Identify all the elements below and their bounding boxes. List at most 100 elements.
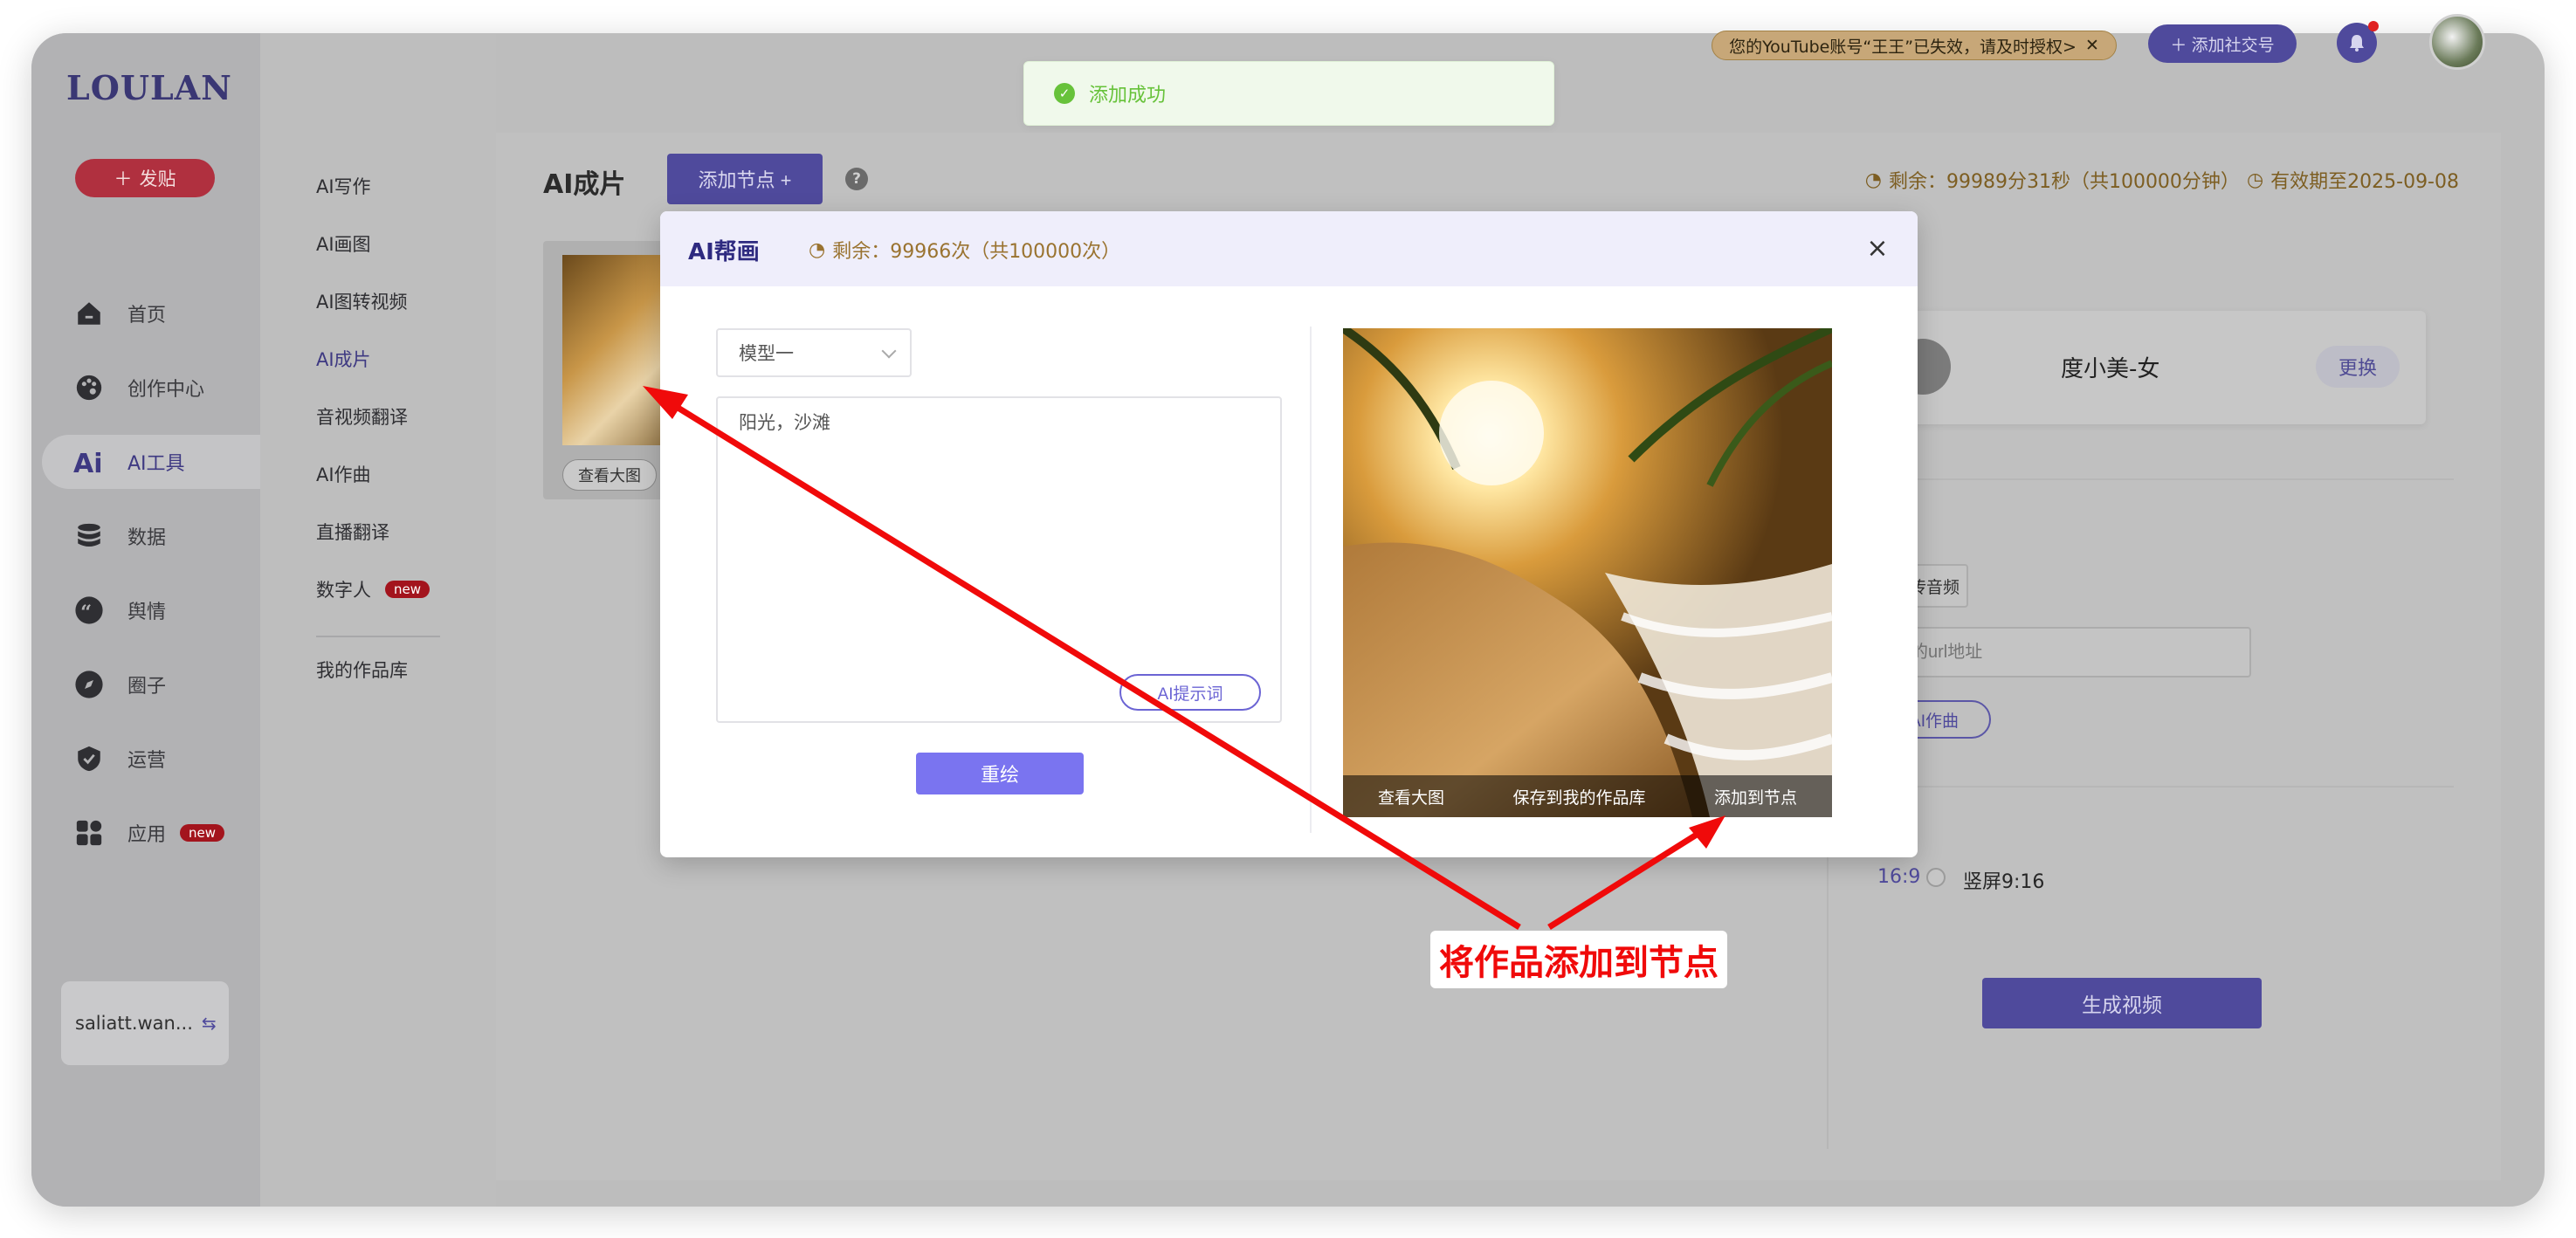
pie-icon: ◔ <box>1864 169 1882 191</box>
account-name: saliatt.wan... <box>75 1013 193 1034</box>
nav-item-label: 舆情 <box>127 602 167 623</box>
nav-item-label: 应用 <box>127 824 167 846</box>
generated-image[interactable]: 查看大图 保存到我的作品库 添加到节点 <box>1343 328 1832 817</box>
nav-item-label: 运营 <box>127 750 167 772</box>
subnav-divider <box>316 636 440 637</box>
subnav-item-image-to-video[interactable]: AI图转视频 <box>316 288 408 314</box>
apps-icon <box>73 817 105 849</box>
database-icon <box>73 520 105 552</box>
voice-card: 度小美-女 更换 <box>1886 311 2426 424</box>
add-social-label: 添加社交号 <box>2191 36 2275 55</box>
help-icon[interactable]: ? <box>845 168 868 190</box>
subnav-item-ai-compose[interactable]: AI作曲 <box>316 461 371 487</box>
auth-warning-banner[interactable]: 您的YouTube账号“王王”已失效，请及时授权> ✕ <box>1712 31 2117 60</box>
toast-text: 添加成功 <box>1089 85 1167 107</box>
generate-video-button[interactable]: 生成视频 <box>1982 978 2262 1028</box>
ai-icon: Ai <box>73 446 105 478</box>
quota-status: ◔ 剩余：99989分31秒（共100000分钟） ◷ 有效期至2025-09-… <box>1865 166 2459 194</box>
pie-icon: ◔ <box>809 238 826 261</box>
add-to-node-button[interactable]: 添加到节点 <box>1714 785 1797 808</box>
plus-icon: ＋ <box>114 169 133 189</box>
remaining-time: 剩余：99989分31秒（共100000分钟） <box>1888 171 2240 193</box>
warning-text: 您的YouTube账号“王王”已失效，请及时授权> <box>1729 37 2077 57</box>
expire-date: 有效期至2025-09-08 <box>2270 171 2459 193</box>
success-toast: ✓ 添加成功 <box>1023 61 1554 126</box>
nav-item-creation-center[interactable]: 创作中心 <box>42 361 260 415</box>
nav-item-label: AI工具 <box>127 453 185 475</box>
palette-icon <box>73 372 105 403</box>
chevron-down-icon <box>881 343 897 359</box>
ai-prompt-button[interactable]: AI提示词 <box>1119 674 1261 711</box>
audio-url-input[interactable] <box>1877 627 2251 677</box>
subnav-item-ai-writing[interactable]: AI写作 <box>316 173 371 199</box>
image-action-bar: 查看大图 保存到我的作品库 添加到节点 <box>1343 775 1832 817</box>
beach-sunlight-image <box>1343 328 1832 817</box>
nav-item-circle[interactable]: 圈子 <box>42 657 260 712</box>
dialog-divider <box>1310 327 1312 833</box>
swap-icon[interactable]: ⇆ <box>202 1013 217 1034</box>
ratio-portrait-radio[interactable] <box>1926 868 1946 887</box>
dialog-title: AI帮画 <box>688 239 760 265</box>
subnav-item-my-works[interactable]: 我的作品库 <box>316 657 408 683</box>
check-icon: ✓ <box>1054 83 1075 104</box>
change-voice-button[interactable]: 更换 <box>2316 346 2400 388</box>
subnav-item-ai-film[interactable]: AI成片 <box>316 346 371 372</box>
compass-icon <box>73 669 105 700</box>
voice-name: 度小美-女 <box>2061 356 2160 382</box>
section-divider <box>1877 478 2454 480</box>
subnav-item-ai-drawing[interactable]: AI画图 <box>316 230 371 257</box>
subnav-item-label: 数字人 <box>316 580 371 601</box>
nav-item-label: 数据 <box>127 527 167 549</box>
nav-item-apps[interactable]: 应用 new <box>42 806 260 860</box>
nav-item-label: 首页 <box>127 305 167 327</box>
account-switcher[interactable]: saliatt.wan... ⇆ <box>61 981 229 1065</box>
post-button[interactable]: ＋ 发贴 <box>75 159 215 197</box>
subnav-item-live-translation[interactable]: 直播翻译 <box>316 519 389 545</box>
svg-text:Ai: Ai <box>73 449 103 478</box>
dialog-quota: ◔ 剩余：99966次（共100000次） <box>809 236 1120 264</box>
model-select[interactable]: 模型一 <box>716 328 912 377</box>
close-icon[interactable]: × <box>1862 232 1893 264</box>
subnav-item-av-translation[interactable]: 音视频翻译 <box>316 403 408 430</box>
nav-item-ai-tools[interactable]: Ai AI工具 <box>42 435 260 489</box>
svg-text:“: “ <box>80 602 92 624</box>
sidebar: LOULAN ＋ 发贴 首页 创作中心 Ai AI工具 数据 “ 舆情 圈子 运… <box>31 33 260 1207</box>
nav-item-operations[interactable]: 运营 <box>42 732 260 786</box>
ratio-landscape-option[interactable]: 16:9 <box>1877 866 1920 888</box>
main-nav: 首页 创作中心 Ai AI工具 数据 “ 舆情 圈子 运营 应用 new <box>42 286 260 880</box>
home-icon <box>73 298 105 329</box>
quote-icon: “ <box>73 595 105 626</box>
user-avatar[interactable] <box>2429 14 2485 70</box>
nav-item-home[interactable]: 首页 <box>42 286 260 340</box>
new-badge: new <box>180 824 225 842</box>
ratio-portrait-label[interactable]: 竖屏9:16 <box>1963 866 2044 894</box>
add-social-account-button[interactable]: ＋ 添加社交号 <box>2148 24 2297 63</box>
logo: LOULAN <box>66 68 232 107</box>
plus-icon: ＋ <box>2170 36 2187 55</box>
annotation-label: 将作品添加到节点 <box>1430 931 1727 988</box>
notification-dot <box>2368 21 2379 31</box>
post-button-label: 发贴 <box>139 169 176 189</box>
node-view-large-button[interactable]: 查看大图 <box>562 459 657 491</box>
page-title: AI成片 <box>543 169 626 200</box>
subnav-item-digital-human[interactable]: 数字人 new <box>316 576 430 602</box>
ai-draw-dialog: AI帮画 ◔ 剩余：99966次（共100000次） × 模型一 阳光，沙滩 A… <box>660 211 1918 857</box>
view-large-button[interactable]: 查看大图 <box>1378 785 1444 808</box>
model-selected-value: 模型一 <box>739 343 794 364</box>
clock-icon: ◷ <box>2246 169 2264 191</box>
settings-panel: 音 度小美-女 更换 乐 上传音频 AI作曲 节 16:9 竖屏9:16 生成视… <box>1827 241 2473 1149</box>
dialog-remaining: 剩余：99966次（共100000次） <box>832 241 1121 263</box>
close-icon[interactable]: ✕ <box>2085 36 2099 55</box>
shield-icon <box>73 743 105 774</box>
save-to-library-button[interactable]: 保存到我的作品库 <box>1512 785 1645 808</box>
nav-item-label: 圈子 <box>127 676 167 698</box>
dialog-header: AI帮画 ◔ 剩余：99966次（共100000次） × <box>660 211 1918 286</box>
nav-item-data[interactable]: 数据 <box>42 509 260 563</box>
new-badge: new <box>385 581 430 598</box>
ai-tools-subnav: AI写作 AI画图 AI图转视频 AI成片 音视频翻译 AI作曲 直播翻译 数字… <box>260 33 496 1207</box>
section-divider <box>1877 786 2454 788</box>
add-node-button[interactable]: 添加节点 + <box>667 154 823 204</box>
nav-item-label: 创作中心 <box>127 379 205 401</box>
redraw-button[interactable]: 重绘 <box>916 753 1084 794</box>
nav-item-public-opinion[interactable]: “ 舆情 <box>42 583 260 637</box>
